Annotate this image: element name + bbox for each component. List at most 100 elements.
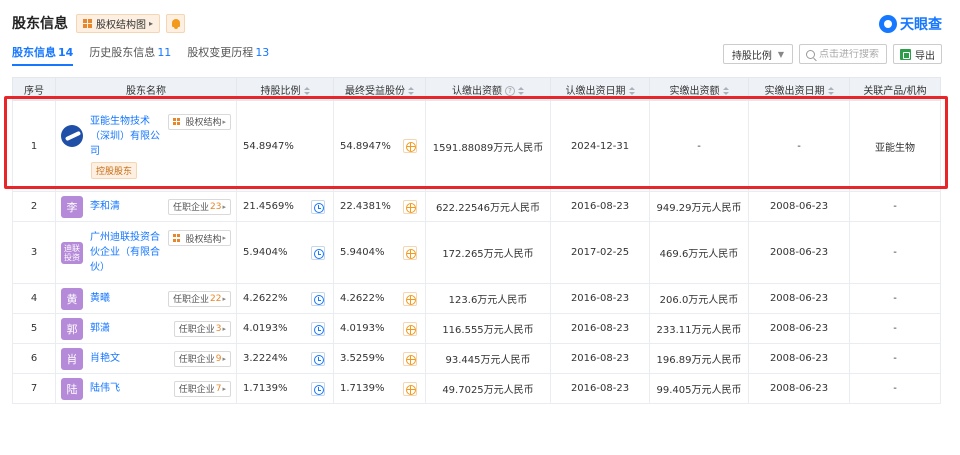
sort-icon bbox=[628, 86, 635, 95]
company-logo-avatar bbox=[61, 125, 83, 147]
tag-label: 股权结构 bbox=[185, 118, 222, 128]
avatar: 郭 bbox=[61, 317, 83, 340]
cell-no: 5 bbox=[12, 313, 56, 344]
cell-name: 李李和清 任职企业 23 ▸ bbox=[55, 191, 237, 222]
tab-equity-changes[interactable]: 股权变更历程 13 bbox=[187, 44, 269, 66]
name-wrap: 肖肖艳文 任职企业 9 ▸ bbox=[61, 347, 236, 370]
equity-structure-tag[interactable]: 股权结构 ▸ bbox=[168, 113, 231, 130]
penetrate-icon[interactable] bbox=[403, 139, 417, 153]
cell-paid-amount: - bbox=[649, 100, 749, 192]
name-wrap: 亚能生物技术（深圳）有限公司 股权结构 ▸ bbox=[61, 113, 236, 159]
name-wrap: 郭郭潇 任职企业 3 ▸ bbox=[61, 317, 236, 340]
penetrate-icon[interactable] bbox=[403, 351, 417, 366]
shareholder-name-link[interactable]: 黄曦 bbox=[90, 291, 162, 306]
history-chart-icon[interactable] bbox=[311, 351, 325, 366]
col-subscribed-date[interactable]: 认缴出资日期 bbox=[550, 77, 650, 101]
bell-icon[interactable] bbox=[166, 13, 186, 33]
avatar: 肖 bbox=[61, 347, 83, 370]
related-companies-tag[interactable]: 任职企业 9 ▸ bbox=[173, 350, 231, 367]
tag-label: 任职企业 bbox=[173, 203, 210, 213]
col-subscribed-amount[interactable]: 认缴出资额? bbox=[425, 77, 551, 101]
cell-related: - bbox=[849, 283, 941, 314]
cell-paid-date: - bbox=[748, 100, 850, 192]
excel-icon bbox=[900, 48, 911, 60]
tab-shareholders[interactable]: 股东信息 14 bbox=[12, 44, 74, 66]
history-chart-icon[interactable] bbox=[311, 321, 325, 336]
tag-count: 3 bbox=[215, 323, 222, 334]
cell-ratio: 54.8947% bbox=[236, 100, 334, 192]
cell-related: - bbox=[849, 221, 941, 284]
penetrate-icon[interactable] bbox=[403, 381, 417, 396]
shareholder-name-link[interactable]: 亚能生物技术（深圳）有限公司 bbox=[90, 114, 162, 159]
penetrate-icon[interactable] bbox=[403, 245, 417, 260]
ratio-value: 21.4569% bbox=[243, 201, 294, 212]
tab-label: 股权变更历程 bbox=[187, 46, 254, 59]
final-share-value: 4.2622% bbox=[340, 293, 385, 304]
cell-paid-amount: 949.29万元人民币 bbox=[649, 191, 749, 222]
shareholder-name-link[interactable]: 李和清 bbox=[90, 199, 162, 214]
shareholder-name-link[interactable]: 广州迪联投资合伙企业（有限合伙） bbox=[90, 230, 162, 275]
final-share-value: 4.0193% bbox=[340, 323, 385, 334]
history-chart-icon[interactable] bbox=[311, 199, 325, 214]
help-icon[interactable]: ? bbox=[505, 85, 515, 96]
search-icon bbox=[806, 49, 815, 59]
table-body: 1 亚能生物技术（深圳）有限公司 股权结构 ▸ 控股股东 54.8947% 54.8947%… bbox=[12, 100, 941, 404]
related-companies-tag[interactable]: 任职企业 23 ▸ bbox=[168, 198, 231, 215]
tab-count: 11 bbox=[157, 46, 172, 59]
shareholder-name-link[interactable]: 陆伟飞 bbox=[90, 381, 162, 396]
history-chart-icon[interactable] bbox=[311, 245, 325, 260]
cell-related[interactable]: 亚能生物 bbox=[849, 100, 941, 192]
table-row: 5 郭郭潇 任职企业 3 ▸ 4.0193% 4.0193% 116.555万元人民币 2016… bbox=[12, 313, 941, 344]
cell-subscribed-amount: 93.445万元人民币 bbox=[425, 343, 551, 374]
shareholder-name-link[interactable]: 肖艳文 bbox=[90, 351, 162, 366]
related-companies-tag[interactable]: 任职企业 3 ▸ bbox=[173, 320, 231, 337]
cell-final-share: 4.2622% bbox=[333, 283, 426, 314]
col-final-share[interactable]: 最终受益股份 bbox=[333, 77, 426, 101]
cell-final-share: 5.9404% bbox=[333, 221, 426, 284]
history-chart-icon[interactable] bbox=[311, 381, 325, 396]
cell-no: 4 bbox=[12, 283, 56, 314]
tab-history-shareholders[interactable]: 历史股东信息 11 bbox=[89, 44, 171, 66]
table-row: 4 黄黄曦 任职企业 22 ▸ 4.2622% 4.2622% 123.6万元人民币 2016-… bbox=[12, 283, 941, 314]
cell-subscribed-date: 2016-08-23 bbox=[550, 373, 650, 404]
cell-subscribed-date: 2024-12-31 bbox=[550, 100, 650, 192]
shareholder-table: 序号 股东名称 持股比例 最终受益股份 认缴出资额? 认缴出资日期 实缴出资额 … bbox=[12, 77, 941, 404]
sort-icon bbox=[722, 86, 729, 95]
cell-related: - bbox=[849, 373, 941, 404]
toolbar: 持股比例 ▼ 导出 bbox=[722, 44, 942, 64]
caret-right-icon: ▸ bbox=[149, 18, 154, 28]
tag-count: 23 bbox=[210, 201, 222, 212]
cell-subscribed-date: 2016-08-23 bbox=[550, 313, 650, 344]
related-companies-tag[interactable]: 任职企业 22 ▸ bbox=[168, 290, 231, 307]
tab-count: 13 bbox=[255, 46, 270, 59]
related-companies-tag[interactable]: 任职企业 7 ▸ bbox=[173, 380, 231, 397]
tab-count: 14 bbox=[58, 46, 74, 59]
shareholder-name-link[interactable]: 郭潇 bbox=[90, 321, 162, 336]
cell-subscribed-date: 2016-08-23 bbox=[550, 343, 650, 374]
cell-paid-amount: 233.11万元人民币 bbox=[649, 313, 749, 344]
col-paid-amount[interactable]: 实缴出资额 bbox=[649, 77, 749, 101]
export-button[interactable]: 导出 bbox=[893, 44, 942, 64]
cell-paid-date: 2008-06-23 bbox=[748, 373, 850, 404]
table-row: 1 亚能生物技术（深圳）有限公司 股权结构 ▸ 控股股东 54.8947% 54.8947%… bbox=[12, 100, 941, 192]
history-chart-icon[interactable] bbox=[311, 291, 325, 306]
ratio-value: 3.2224% bbox=[243, 353, 288, 364]
table-row: 2 李李和清 任职企业 23 ▸ 21.4569% 22.4381% 622.22546万元人… bbox=[12, 191, 941, 222]
tag-label: 任职企业 bbox=[178, 385, 215, 395]
tag-label: 任职企业 bbox=[173, 295, 210, 305]
cell-name: 亚能生物技术（深圳）有限公司 股权结构 ▸ 控股股东 bbox=[55, 100, 237, 192]
penetrate-icon[interactable] bbox=[403, 321, 417, 336]
ratio-value: 4.2622% bbox=[243, 293, 288, 304]
col-ratio[interactable]: 持股比例 bbox=[236, 77, 334, 101]
penetrate-icon[interactable] bbox=[403, 199, 417, 214]
col-paid-date[interactable]: 实缴出资日期 bbox=[748, 77, 850, 101]
penetrate-icon[interactable] bbox=[403, 291, 417, 306]
col-label: 最终受益股份 bbox=[345, 85, 405, 97]
final-share-value: 22.4381% bbox=[340, 201, 391, 212]
search-input[interactable] bbox=[819, 48, 889, 60]
equity-structure-button[interactable]: 股权结构图 ▸ bbox=[76, 13, 161, 33]
equity-structure-tag[interactable]: 股权结构 ▸ bbox=[168, 230, 231, 246]
avatar: 李 bbox=[61, 195, 83, 218]
ratio-select[interactable]: 持股比例 ▼ bbox=[722, 44, 793, 64]
sort-icon bbox=[408, 86, 414, 95]
